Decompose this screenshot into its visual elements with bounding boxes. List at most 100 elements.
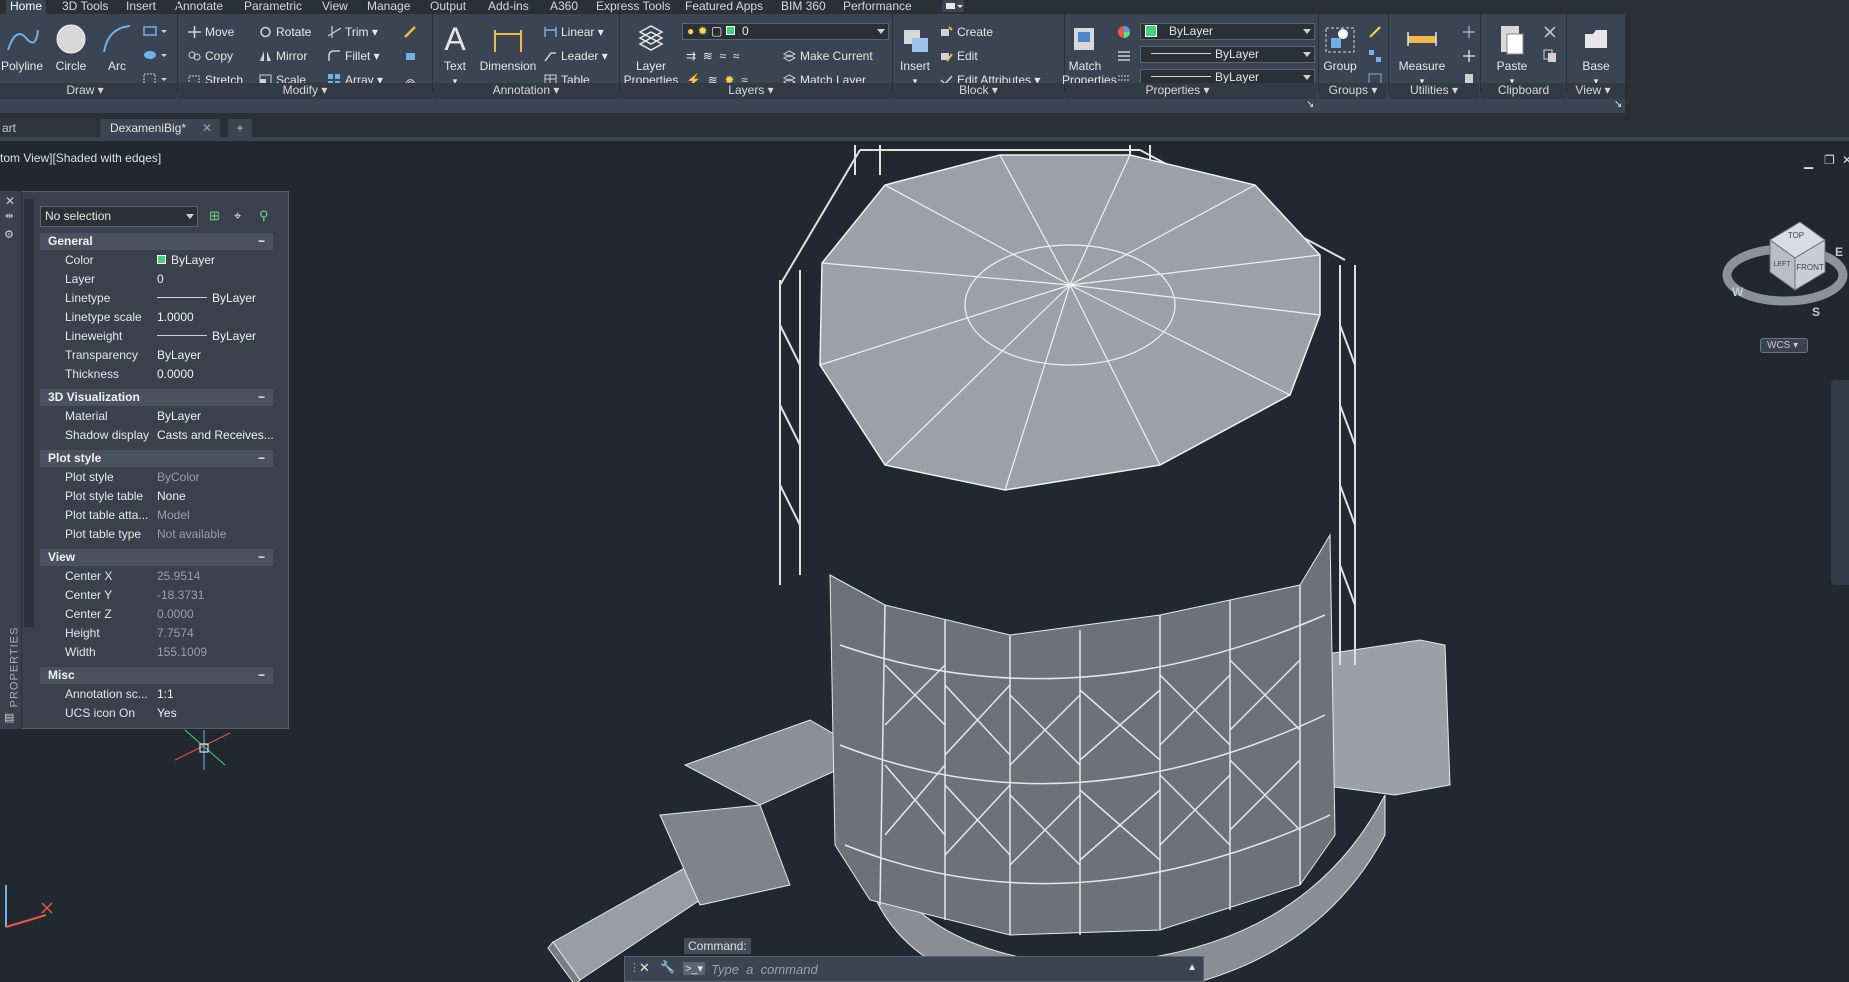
property-row-center-z[interactable]: Center Z 0.0000: [40, 605, 273, 624]
restore-viewport-icon[interactable]: ❐: [1824, 153, 1835, 167]
explode-button[interactable]: [404, 49, 421, 63]
groups-panel-title[interactable]: Groups ▾: [1319, 83, 1387, 99]
property-row-plot-style-table[interactable]: Plot style table None: [40, 487, 273, 506]
compass-w-label[interactable]: W: [1732, 285, 1744, 299]
modify-panel-title[interactable]: Modify ▾: [178, 83, 432, 99]
clipboard-panel-title[interactable]: Clipboard: [1481, 83, 1566, 99]
quick-select-palette-icon[interactable]: ⚲: [259, 208, 269, 224]
tab-parametric[interactable]: Parametric: [244, 0, 302, 14]
property-row-color[interactable]: Color ByLayer: [40, 251, 273, 270]
customize-command-line-icon[interactable]: 🔧: [660, 960, 675, 974]
close-command-line-icon[interactable]: ✕: [639, 960, 650, 976]
select-objects-icon[interactable]: ⌖: [234, 208, 241, 224]
tab-bim-360[interactable]: BIM 360: [781, 0, 826, 14]
new-tab-button[interactable]: +: [228, 119, 252, 137]
start-tab[interactable]: art: [0, 119, 98, 137]
measure-button[interactable]: Measure ▾: [1394, 22, 1450, 88]
rotate-button[interactable]: Rotate: [259, 25, 311, 39]
rectangle-button[interactable]: [143, 25, 169, 40]
layer-isolate-icon[interactable]: ⇉: [686, 49, 696, 63]
toggle-pickadd-icon[interactable]: ⊞: [209, 208, 220, 224]
close-tab-icon[interactable]: ✕: [202, 119, 212, 137]
trim-button[interactable]: Trim ▾: [328, 25, 378, 39]
command-input[interactable]: [709, 959, 1189, 979]
arc-button[interactable]: Arc: [100, 22, 134, 73]
property-row-center-x[interactable]: Center X 25.9514: [40, 567, 273, 586]
section-misc-header[interactable]: Misc −: [40, 667, 273, 684]
property-row-material[interactable]: Material ByLayer: [40, 407, 273, 426]
layer-dropdown[interactable]: ● ✹ ▢ 0: [682, 23, 889, 40]
properties-launcher-icon[interactable]: ↘: [1306, 98, 1314, 112]
property-row-height[interactable]: Height 7.7574: [40, 624, 273, 643]
property-row-plot-table-attached[interactable]: Plot table atta... Model: [40, 506, 273, 525]
circle-button[interactable]: Circle: [52, 22, 90, 73]
property-row-linetype[interactable]: Linetype ByLayer: [40, 289, 273, 308]
base-view-button[interactable]: Base ▾: [1576, 22, 1616, 88]
property-row-linetype-scale[interactable]: Linetype scale 1.0000: [40, 308, 273, 327]
palette-scroll-track[interactable]: [24, 199, 34, 627]
tab-home[interactable]: Home: [6, 0, 47, 14]
layer-freeze-icon[interactable]: ≈: [719, 49, 726, 63]
move-button[interactable]: Move: [188, 25, 234, 39]
viewport-label[interactable]: tom View][Shaded with edqes]: [0, 151, 161, 165]
tab-view[interactable]: View: [322, 0, 348, 14]
id-point-icon[interactable]: [1462, 49, 1476, 66]
close-viewport-icon[interactable]: ✕: [1842, 153, 1849, 167]
viewcube-top-label[interactable]: TOP: [1788, 231, 1804, 240]
copy-clip-icon[interactable]: [1543, 49, 1557, 66]
tab-3d-tools[interactable]: 3D Tools: [62, 0, 108, 14]
text-button[interactable]: A Text ▾: [440, 21, 470, 88]
make-current-button[interactable]: Make Current: [783, 49, 873, 63]
block-panel-title[interactable]: Block ▾: [893, 83, 1064, 99]
close-palette-icon[interactable]: ✕: [5, 194, 15, 208]
compass-e-label[interactable]: E: [1835, 245, 1843, 259]
linetype-dropdown[interactable]: ByLayer: [1140, 46, 1315, 63]
palette-settings-icon[interactable]: ⚙: [4, 228, 14, 241]
hatch-button[interactable]: [143, 49, 169, 64]
view-launcher-icon[interactable]: ↘: [1614, 98, 1622, 112]
match-properties-button[interactable]: Match Properties: [1062, 22, 1117, 87]
polyline-button[interactable]: Polyline: [0, 22, 44, 73]
autohide-icon[interactable]: ⇹: [5, 211, 13, 222]
erase-button[interactable]: [404, 25, 421, 39]
view-panel-title[interactable]: View ▾: [1567, 83, 1619, 99]
leader-button[interactable]: Leader ▾: [544, 49, 608, 63]
property-row-shadow-display[interactable]: Shadow display Casts and Receives...: [40, 426, 274, 445]
tab-express-tools[interactable]: Express Tools: [596, 0, 670, 14]
tab-annotate[interactable]: Annotate: [175, 0, 223, 14]
group-button[interactable]: Group: [1320, 22, 1360, 73]
command-history-toggle-icon[interactable]: ▲: [1187, 962, 1197, 973]
copy-button[interactable]: Copy: [188, 49, 233, 63]
tab-performance[interactable]: Performance: [843, 0, 912, 14]
insert-block-button[interactable]: Insert ▾: [895, 22, 935, 88]
quick-select-icon[interactable]: [1462, 25, 1476, 42]
compass-s-label[interactable]: S: [1812, 305, 1820, 319]
edit-block-button[interactable]: Edit: [940, 49, 978, 63]
tab-add-ins[interactable]: Add-ins: [488, 0, 529, 14]
tab-a360[interactable]: A360: [550, 0, 578, 14]
property-row-ucs-icon-on[interactable]: UCS icon On Yes: [40, 704, 273, 723]
dimension-button[interactable]: Dimension: [477, 22, 539, 73]
section-view-header[interactable]: View −: [40, 549, 273, 566]
layers-panel-title[interactable]: Layers ▾: [620, 83, 882, 99]
layer-properties-button[interactable]: Layer Properties: [622, 22, 680, 87]
cut-icon[interactable]: [1543, 25, 1557, 42]
property-row-lineweight[interactable]: Lineweight ByLayer: [40, 327, 273, 346]
paste-button[interactable]: Paste ▾: [1494, 22, 1530, 88]
tab-insert[interactable]: Insert: [126, 0, 156, 14]
navigation-bar[interactable]: [1831, 380, 1849, 585]
viewcube[interactable]: TOP FRONT LEFT W E S: [1710, 200, 1849, 340]
property-row-center-y[interactable]: Center Y -18.3731: [40, 586, 273, 605]
properties-panel-title[interactable]: Properties ▾: [1065, 83, 1290, 99]
color-wheel-icon[interactable]: [1117, 25, 1131, 42]
toggle-ribbon-icon[interactable]: [942, 0, 964, 12]
tab-output[interactable]: Output: [430, 0, 466, 14]
minimize-viewport-icon[interactable]: ▁: [1804, 155, 1813, 169]
layer-lock-icon[interactable]: ≈: [733, 49, 740, 63]
section-plot-style-header[interactable]: Plot style −: [40, 450, 273, 467]
color-dropdown[interactable]: ByLayer: [1140, 23, 1315, 40]
property-row-transparency[interactable]: Transparency ByLayer: [40, 346, 273, 365]
draw-panel-title[interactable]: Draw ▾: [0, 83, 170, 99]
utilities-panel-title[interactable]: Utilities ▾: [1389, 83, 1479, 99]
property-row-width[interactable]: Width 155.1009: [40, 643, 273, 662]
